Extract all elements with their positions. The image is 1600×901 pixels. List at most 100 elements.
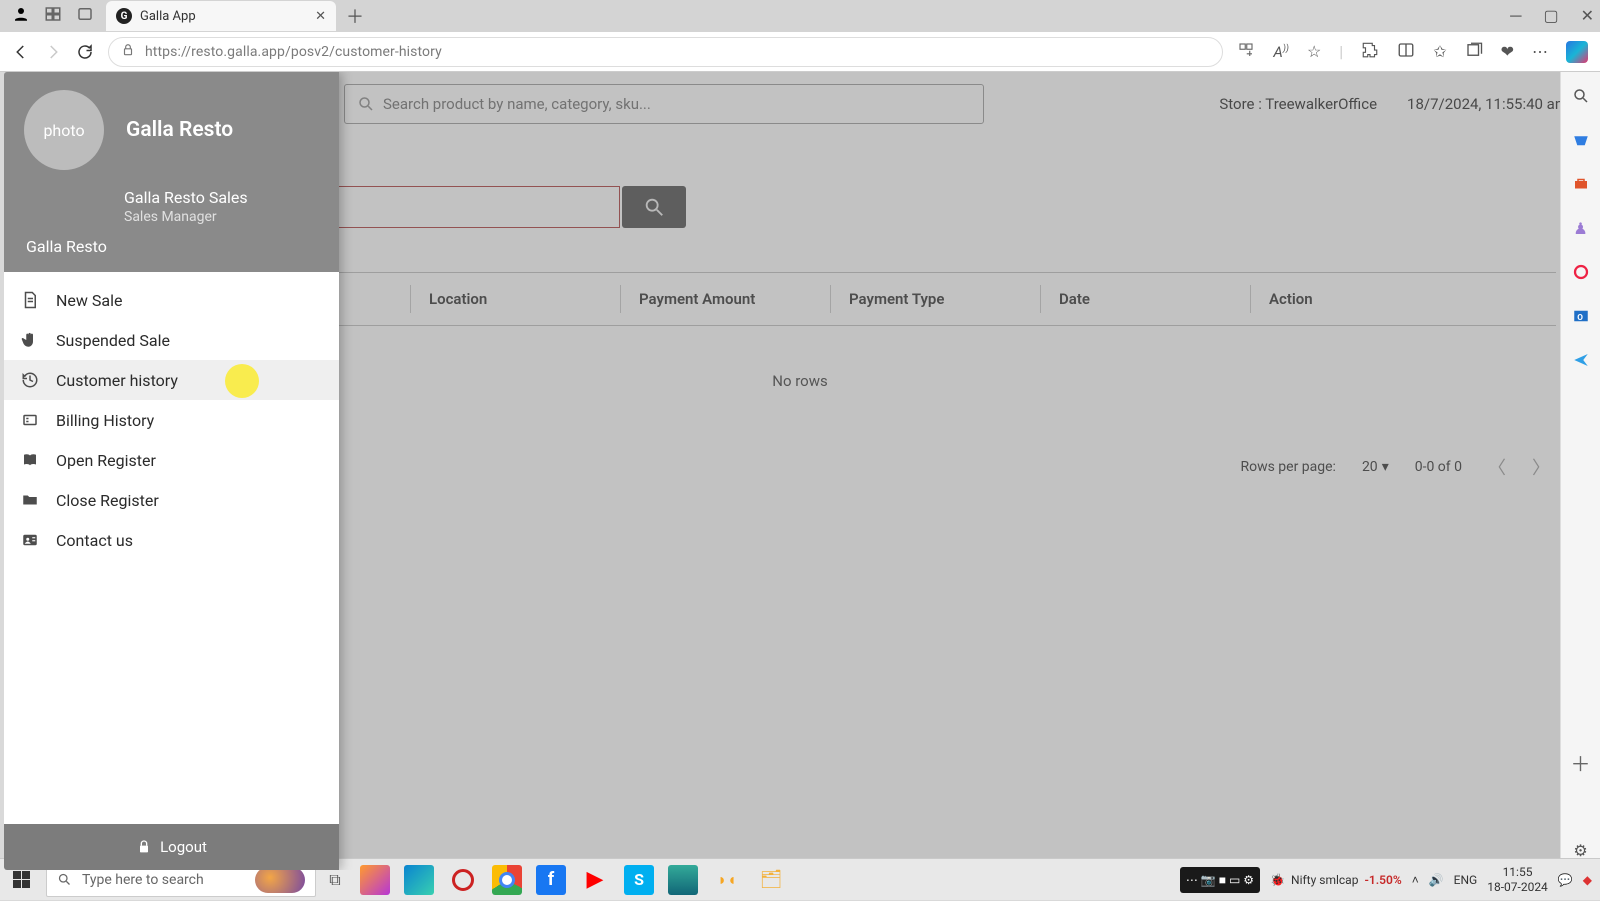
sidebar-header: photo Galla Resto Galla Resto Sales Sale… bbox=[4, 72, 339, 272]
rows-per-page-select[interactable]: 20 ▾ bbox=[1362, 459, 1389, 475]
read-aloud-icon[interactable]: A)) bbox=[1273, 43, 1289, 61]
sidebar-item-customer-history[interactable]: Customer history bbox=[4, 360, 339, 400]
extensions-icon[interactable] bbox=[1361, 41, 1379, 63]
app-edge-icon[interactable] bbox=[404, 865, 434, 895]
rail-shopping-icon[interactable] bbox=[1571, 130, 1591, 150]
close-tab-icon[interactable]: ✕ bbox=[315, 9, 326, 24]
tray-action-center-icon[interactable]: 💬 bbox=[1558, 873, 1573, 887]
tray-clock[interactable]: 11:55 18-07-2024 bbox=[1487, 865, 1548, 894]
copilot-icon[interactable] bbox=[1566, 41, 1588, 63]
user-name: Galla Resto Sales bbox=[124, 188, 321, 207]
tab-favicon: G bbox=[116, 8, 132, 24]
rail-outlook-icon[interactable]: O bbox=[1571, 306, 1591, 326]
stock-name: Nifty smlcap bbox=[1291, 873, 1358, 887]
cortana-icon bbox=[255, 867, 305, 893]
nav-refresh-icon[interactable] bbox=[76, 43, 94, 61]
app-msstore-icon[interactable] bbox=[668, 865, 698, 895]
col-location[interactable]: Location bbox=[410, 285, 620, 313]
nav-back-icon[interactable] bbox=[12, 43, 30, 61]
col-payment-amount[interactable]: Payment Amount bbox=[620, 285, 830, 313]
sidebar-item-label: New Sale bbox=[56, 291, 122, 310]
url-field[interactable]: https://resto.galla.app/posv2/customer-h… bbox=[108, 37, 1223, 67]
profile-icon[interactable] bbox=[12, 5, 30, 27]
workspaces-icon[interactable] bbox=[44, 5, 62, 27]
sidebar-item-contact-us[interactable]: Contact us bbox=[4, 520, 339, 560]
search-icon bbox=[357, 95, 375, 113]
col-payment-type[interactable]: Payment Type bbox=[830, 285, 1040, 313]
search-icon bbox=[643, 196, 665, 218]
address-bar: https://resto.galla.app/posv2/customer-h… bbox=[0, 32, 1600, 72]
browser-tab-strip: G Galla App ✕ ＋ ─ ▢ ✕ bbox=[0, 0, 1600, 32]
history-icon bbox=[20, 371, 40, 389]
rail-send-icon[interactable] bbox=[1571, 350, 1591, 370]
folder-icon bbox=[20, 491, 40, 509]
col-date[interactable]: Date bbox=[1040, 285, 1250, 313]
task-view-icon[interactable]: ⧉ bbox=[324, 870, 346, 890]
app-chrome-icon[interactable] bbox=[492, 865, 522, 895]
app-youtube-icon[interactable]: ▶ bbox=[580, 865, 610, 895]
tab-actions-icon[interactable] bbox=[76, 5, 94, 27]
sidebar-item-open-register[interactable]: Open Register bbox=[4, 440, 339, 480]
collections-icon[interactable] bbox=[1465, 41, 1483, 63]
rail-add-icon[interactable]: ＋ bbox=[1571, 748, 1591, 777]
customer-search-button[interactable] bbox=[622, 186, 686, 228]
sidebar-item-label: Customer history bbox=[56, 371, 178, 390]
url-text: https://resto.galla.app/posv2/customer-h… bbox=[145, 44, 442, 60]
store-title: Galla Resto bbox=[126, 118, 233, 142]
sidebar-item-label: Close Register bbox=[56, 491, 159, 510]
sidebar-item-label: Contact us bbox=[56, 531, 133, 550]
app-explorer-icon[interactable]: 🗂 bbox=[756, 865, 786, 895]
sidebar-item-close-register[interactable]: Close Register bbox=[4, 480, 339, 520]
favorite-star-icon[interactable]: ☆ bbox=[1307, 42, 1321, 61]
browser-essentials-icon[interactable]: ❤ bbox=[1501, 42, 1514, 61]
sidebar-item-billing-history[interactable]: Billing History bbox=[4, 400, 339, 440]
app-record-icon[interactable] bbox=[448, 865, 478, 895]
window-maximize-icon[interactable]: ▢ bbox=[1543, 6, 1558, 26]
window-close-icon[interactable]: ✕ bbox=[1581, 6, 1594, 26]
sidebar-item-suspended-sale[interactable]: Suspended Sale bbox=[4, 320, 339, 360]
tray-volume-icon[interactable]: 🔊 bbox=[1429, 873, 1444, 887]
avatar: photo bbox=[24, 90, 104, 170]
logout-button[interactable]: Logout bbox=[4, 824, 339, 870]
sidebar-item-label: Open Register bbox=[56, 451, 156, 470]
split-screen-icon[interactable] bbox=[1397, 41, 1415, 63]
rail-m365-icon[interactable] bbox=[1571, 262, 1591, 282]
page-next-icon[interactable]: 〉 bbox=[1532, 454, 1550, 480]
sidebar-menu: New Sale Suspended Sale Customer history… bbox=[4, 272, 339, 824]
table-pager: Rows per page: 20 ▾ 0-0 of 0 〈 〉 bbox=[1240, 454, 1550, 480]
app-available-icon[interactable] bbox=[1237, 41, 1255, 63]
rail-games-icon[interactable]: ♟ bbox=[1571, 218, 1591, 238]
app-firefox-icon[interactable] bbox=[360, 865, 390, 895]
windows-logo-icon bbox=[13, 871, 30, 888]
logout-label: Logout bbox=[160, 838, 207, 856]
page-prev-icon[interactable]: 〈 bbox=[1488, 454, 1506, 480]
new-tab-button[interactable]: ＋ bbox=[346, 3, 364, 29]
tray-lang[interactable]: ENG bbox=[1454, 873, 1478, 887]
more-icon[interactable]: ⋯ bbox=[1532, 42, 1548, 61]
stock-change: -1.50% bbox=[1364, 873, 1401, 887]
window-minimize-icon[interactable]: ─ bbox=[1510, 6, 1521, 26]
tab-title: Galla App bbox=[140, 9, 307, 24]
rail-search-icon[interactable] bbox=[1571, 86, 1591, 106]
highlight-marker bbox=[225, 364, 259, 398]
product-search-input[interactable]: Search product by name, category, sku... bbox=[344, 84, 984, 124]
favorites-icon[interactable]: ✩ bbox=[1433, 42, 1446, 61]
rail-tools-icon[interactable] bbox=[1571, 174, 1591, 194]
app-misc1-icon[interactable]: ◗◖ bbox=[712, 865, 742, 895]
app-skype-icon[interactable]: S bbox=[624, 865, 654, 895]
app-facebook-icon[interactable]: f bbox=[536, 865, 566, 895]
contact-icon bbox=[20, 531, 40, 549]
sidebar-drawer: photo Galla Resto Galla Resto Sales Sale… bbox=[4, 72, 339, 870]
search-icon bbox=[57, 872, 72, 887]
col-action[interactable]: Action bbox=[1250, 285, 1556, 313]
sidebar-item-label: Billing History bbox=[56, 411, 154, 430]
book-icon bbox=[20, 451, 40, 469]
tray-anydesk-icon[interactable]: ◆ bbox=[1583, 873, 1592, 887]
tray-recording-group[interactable]: ⋯ 📷 ■ ▭ ⚙ bbox=[1180, 867, 1260, 893]
tray-chevron-up-icon[interactable]: ˄ bbox=[1412, 873, 1419, 887]
sidebar-item-new-sale[interactable]: New Sale bbox=[4, 280, 339, 320]
receipt-icon bbox=[20, 411, 40, 429]
tray-stock-widget[interactable]: 🐞 Nifty smlcap -1.50% bbox=[1270, 873, 1402, 887]
store-label: Store : TreewalkerOffice bbox=[1219, 95, 1377, 113]
browser-tab[interactable]: G Galla App ✕ bbox=[106, 1, 336, 31]
